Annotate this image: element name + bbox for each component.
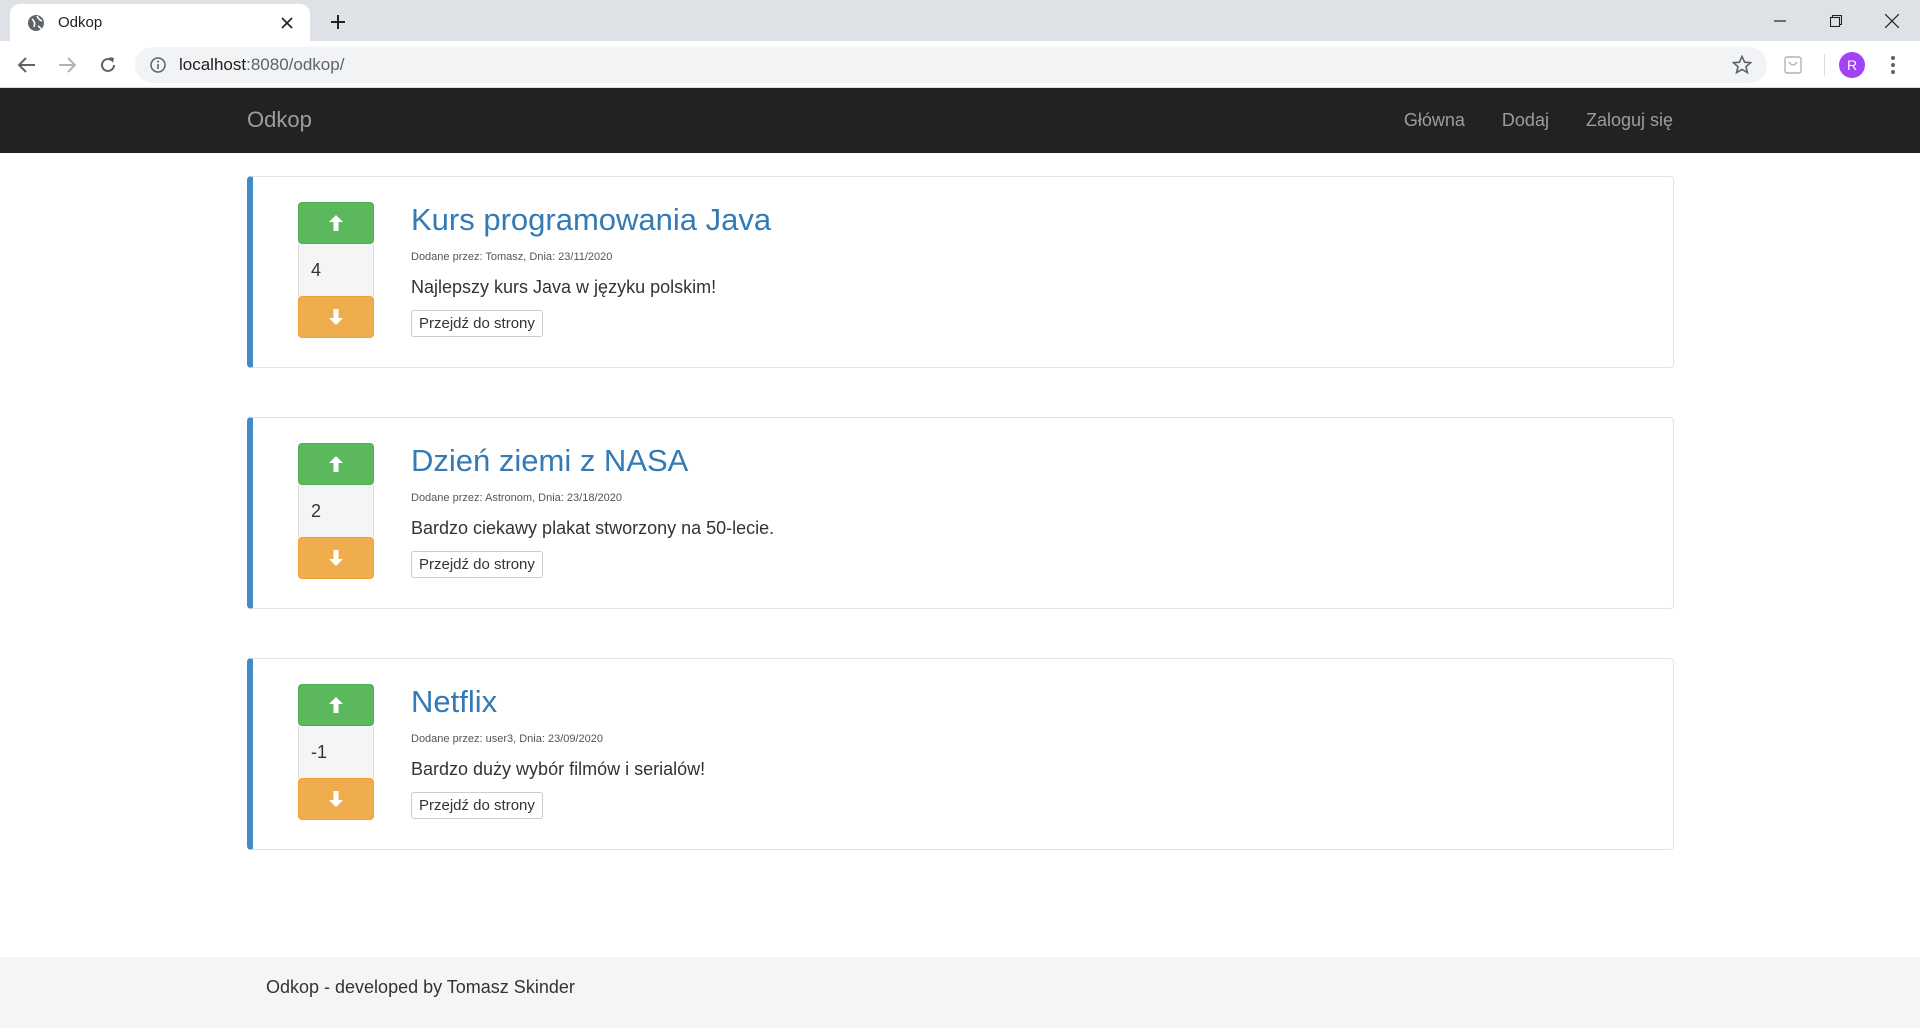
new-tab-button[interactable] — [324, 8, 352, 36]
vote-count: 2 — [298, 485, 374, 537]
site-brand[interactable]: Odkop — [247, 107, 312, 133]
upvote-button[interactable] — [298, 684, 374, 726]
vote-count: -1 — [298, 726, 374, 778]
url-host: localhost — [179, 55, 247, 74]
back-button[interactable] — [12, 50, 42, 80]
posts-list: 4 Kurs programowania Java Dodane przez: … — [247, 176, 1674, 899]
downvote-button[interactable] — [298, 537, 374, 579]
arrow-up-icon — [329, 456, 343, 472]
vote-controls: 4 — [298, 202, 374, 338]
post-description: Bardzo duży wybór filmów i serialów! — [411, 759, 706, 779]
restore-icon — [1830, 14, 1842, 27]
browser-tabstrip: Odkop — [0, 0, 1920, 41]
vote-controls: -1 — [298, 684, 374, 820]
downvote-button[interactable] — [298, 778, 374, 820]
post-body: Netflix Dodane przez: user3, Dnia: 23/09… — [411, 683, 1653, 819]
visit-site-button[interactable]: Przejdź do strony — [411, 310, 543, 337]
upvote-button[interactable] — [298, 443, 374, 485]
post-title[interactable]: Netflix — [411, 683, 1653, 721]
arrow-down-icon — [329, 550, 343, 566]
downvote-button[interactable] — [298, 296, 374, 338]
post-card: -1 Netflix Dodane przez: user3, Dnia: 23… — [247, 658, 1674, 850]
post-meta: Dodane przez: Tomasz, Dnia: 23/11/2020 — [411, 251, 613, 263]
post-card: 4 Kurs programowania Java Dodane przez: … — [247, 176, 1674, 368]
arrow-right-icon — [59, 57, 76, 73]
plus-icon — [331, 15, 345, 29]
browser-toolbar: localhost:8080/odkop/ R — [0, 41, 1920, 88]
post-description: Bardzo ciekawy plakat stworzony na 50-le… — [411, 518, 775, 538]
globe-icon — [26, 13, 46, 33]
url-text: localhost:8080/odkop/ — [179, 55, 1727, 75]
upvote-button[interactable] — [298, 202, 374, 244]
nav-links: Główna Dodaj Zaloguj się — [1367, 110, 1673, 131]
reload-icon — [101, 57, 115, 72]
post-meta: Dodane przez: Astronom, Dnia: 23/18/2020 — [411, 492, 622, 504]
bookmark-star-icon[interactable] — [1727, 50, 1757, 80]
arrow-up-icon — [329, 697, 343, 713]
info-icon[interactable] — [149, 56, 167, 74]
tab-title: Odkop — [58, 14, 103, 31]
site-footer: Odkop - developed by Tomasz Skinder — [0, 957, 1920, 1028]
close-window-button[interactable] — [1864, 0, 1920, 41]
vote-controls: 2 — [298, 443, 374, 579]
post-card: 2 Dzień ziemi z NASA Dodane przez: Astro… — [247, 417, 1674, 609]
post-body: Kurs programowania Java Dodane przez: To… — [411, 201, 1653, 337]
nav-link-login[interactable]: Zaloguj się — [1586, 110, 1673, 131]
minimize-icon — [1774, 19, 1786, 22]
window-controls — [1752, 0, 1920, 41]
vote-count: 4 — [298, 244, 374, 296]
arrow-down-icon — [329, 309, 343, 325]
more-menu-icon[interactable] — [1880, 52, 1906, 78]
arrow-left-icon — [18, 57, 35, 73]
site-navbar: Odkop Główna Dodaj Zaloguj się — [0, 88, 1920, 153]
nav-link-home[interactable]: Główna — [1404, 110, 1465, 131]
profile-avatar[interactable]: R — [1839, 52, 1865, 78]
arrow-down-icon — [329, 791, 343, 807]
url-path: :8080/odkop/ — [246, 55, 345, 74]
forward-button[interactable] — [52, 50, 82, 80]
visit-site-button[interactable]: Przejdź do strony — [411, 551, 543, 578]
minimize-button[interactable] — [1752, 0, 1808, 41]
post-title[interactable]: Dzień ziemi z NASA — [411, 442, 1653, 480]
post-body: Dzień ziemi z NASA Dodane przez: Astrono… — [411, 442, 1653, 578]
close-icon — [1885, 13, 1899, 28]
arrow-up-icon — [329, 215, 343, 231]
address-bar[interactable]: localhost:8080/odkop/ — [135, 47, 1767, 83]
reload-button[interactable] — [93, 50, 123, 80]
close-icon[interactable] — [276, 12, 298, 34]
toolbar-divider — [1824, 54, 1825, 76]
visit-site-button[interactable]: Przejdź do strony — [411, 792, 543, 819]
post-title[interactable]: Kurs programowania Java — [411, 201, 1653, 239]
nav-link-add[interactable]: Dodaj — [1502, 110, 1549, 131]
footer-text: Odkop - developed by Tomasz Skinder — [266, 977, 575, 997]
extension-icon[interactable] — [1781, 53, 1805, 77]
post-description: Najlepszy kurs Java w języku polskim! — [411, 277, 717, 297]
browser-tab[interactable]: Odkop — [10, 4, 310, 41]
post-meta: Dodane przez: user3, Dnia: 23/09/2020 — [411, 733, 604, 745]
restore-button[interactable] — [1808, 0, 1864, 41]
